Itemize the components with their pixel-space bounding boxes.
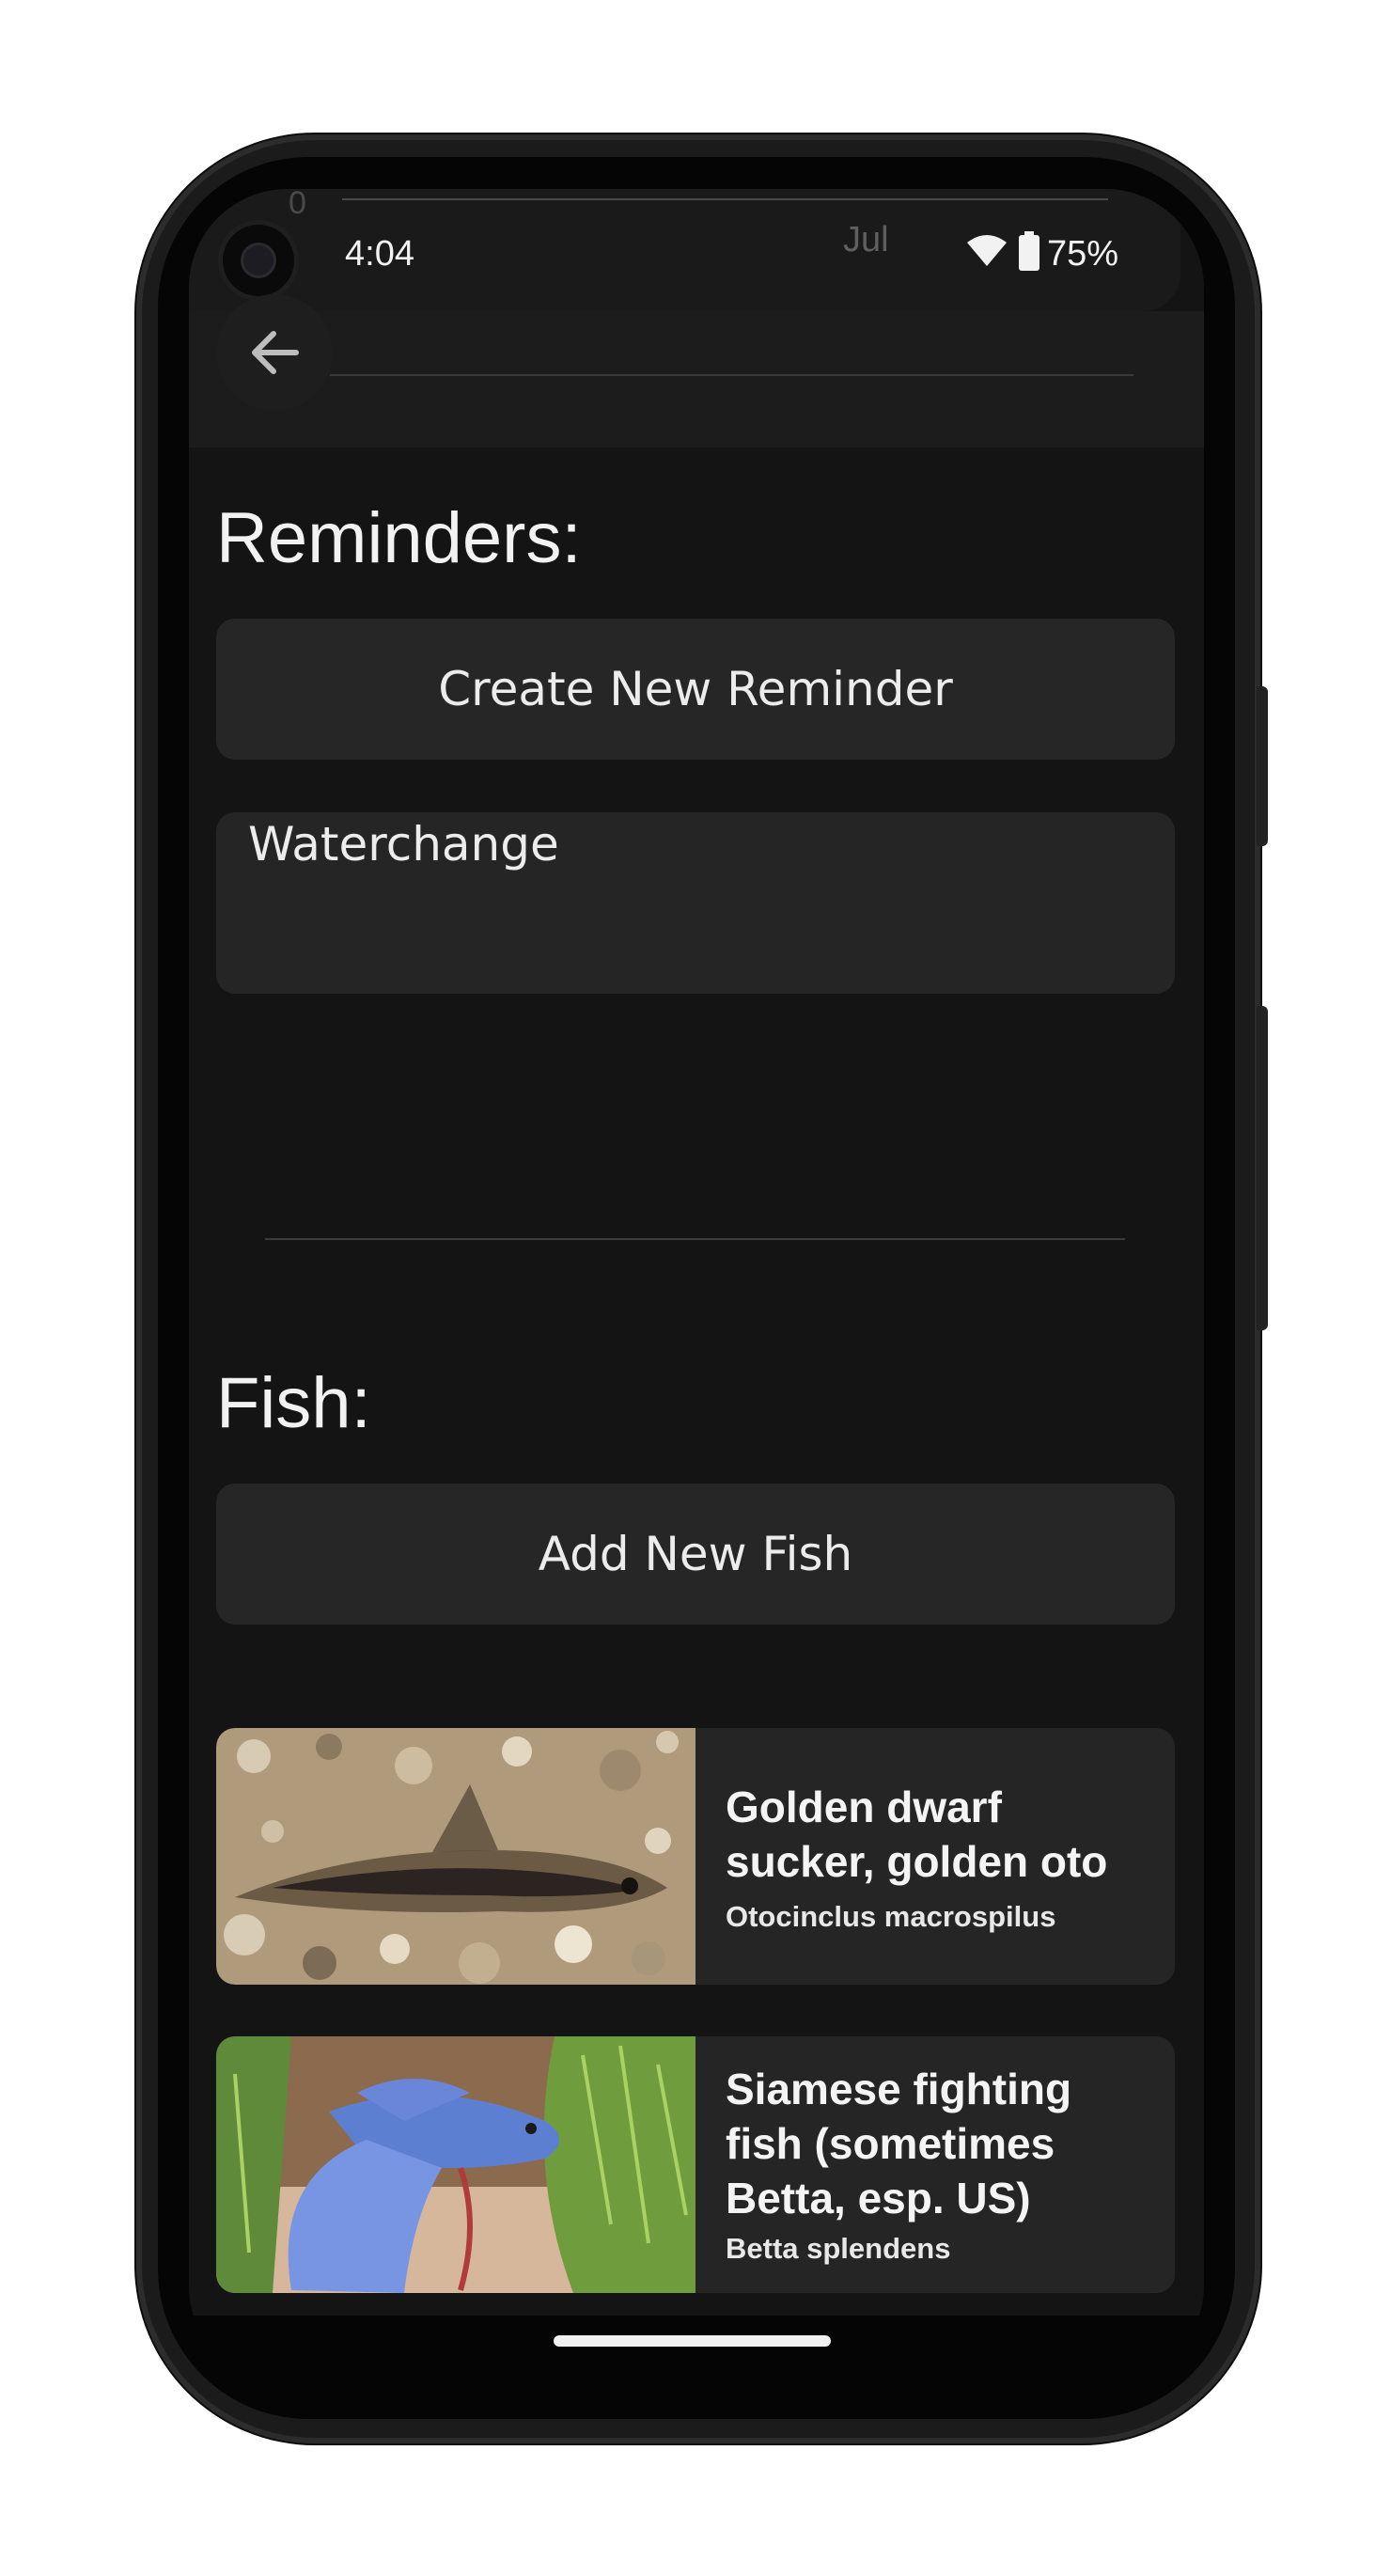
fish-scientific-name: Otocinclus macrospilus: [726, 1900, 1056, 1933]
back-button[interactable]: [216, 294, 333, 411]
fish-common-name: Golden dwarf sucker, golden oto: [726, 1783, 1108, 1886]
app-bar-divider: [330, 374, 1133, 376]
status-divider: [342, 198, 1108, 200]
fish-card[interactable]: Golden dwarf sucker, golden oto Otocincl…: [216, 1728, 1175, 1985]
home-indicator[interactable]: [554, 2335, 831, 2347]
battery-percentage: 75%: [1047, 234, 1119, 274]
reminder-item[interactable]: Waterchange: [216, 812, 1175, 994]
reminder-label: Waterchange: [248, 817, 559, 872]
add-fish-button[interactable]: Add New Fish: [216, 1484, 1175, 1625]
status-bar: 0 4:04 Jul 75%: [189, 189, 1180, 311]
status-month: Jul: [843, 220, 889, 259]
front-camera: [223, 225, 294, 296]
fish-common-name: Siamese fighting fish (sometimes Betta, …: [726, 2065, 1072, 2223]
volume-button: [1257, 1006, 1268, 1330]
reminders-title: Reminders:: [216, 498, 582, 578]
battery-icon: [1019, 231, 1039, 271]
section-divider: [265, 1238, 1125, 1240]
status-indicator: 0: [289, 189, 306, 221]
app-screen: 0 4:04 Jul 75% Reminders: Create New Rem…: [189, 189, 1204, 2384]
fish-card[interactable]: Siamese fighting fish (sometimes Betta, …: [216, 2036, 1175, 2293]
power-button: [1257, 686, 1268, 846]
wifi-icon: [967, 235, 1007, 266]
status-time: 4:04: [345, 234, 414, 274]
fish-photo-betta: [216, 2036, 696, 2293]
navigation-bar: [189, 2316, 1204, 2384]
create-reminder-button[interactable]: Create New Reminder: [216, 619, 1175, 760]
arrow-left-icon: [252, 331, 299, 374]
fish-photo-otocinclus: [216, 1728, 696, 1985]
app-bar: [189, 311, 1204, 448]
fish-title: Fish:: [216, 1363, 371, 1443]
fish-scientific-name: Betta splendens: [726, 2232, 951, 2265]
